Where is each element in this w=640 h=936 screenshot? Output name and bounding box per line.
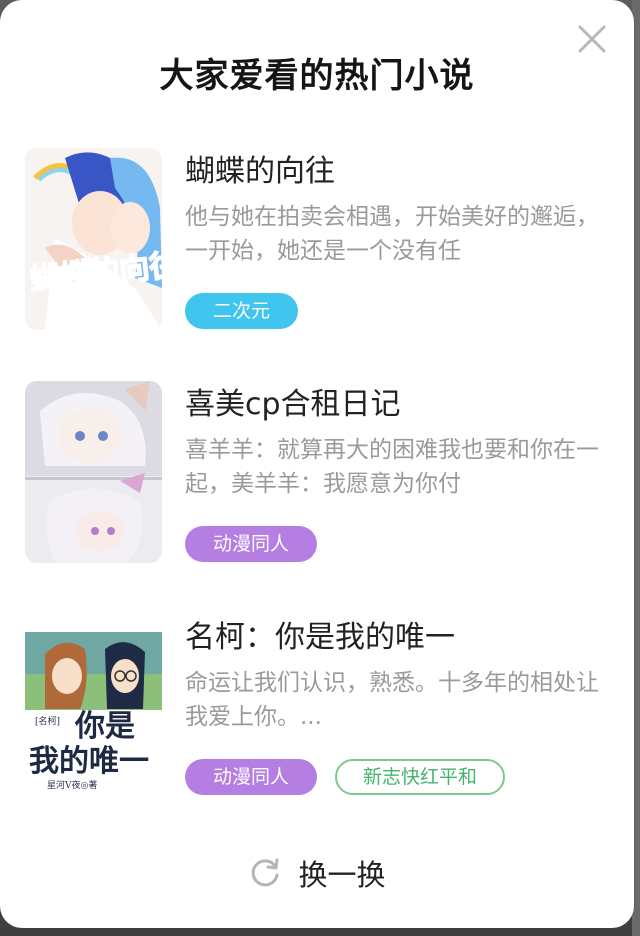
cover-small-text: [名柯] — [35, 715, 60, 727]
refresh-label: 换一换 — [298, 858, 386, 892]
dialog-title: 大家爱看的热门小说 — [159, 56, 475, 96]
book-title-2[interactable]: 喜美cp合租日记 — [185, 379, 615, 423]
cover-title-line-1: 你是 — [74, 709, 135, 744]
tag-button[interactable]: 新志快红平和 — [335, 759, 506, 795]
refresh-button[interactable]: 换一换 — [0, 852, 634, 894]
book-cover-3[interactable]: [名柯] 你是 我的唯一 星河V夜◎著 — [25, 614, 162, 796]
cover-illustration-1: 蝴蝶的向往 — [25, 148, 162, 330]
book-description-2: 喜羊羊：就算再大的困难我也要和你在一起，美羊羊：我愿意为你付 — [185, 437, 599, 497]
book-item-3[interactable]: [名柯] 你是 我的唯一 星河V夜◎著 名柯：你是我的唯一 命运让我们认识，熟悉… — [25, 614, 615, 814]
tag-button[interactable]: 动漫同人 — [185, 526, 318, 562]
cover-author-text: 星河V夜◎著 — [47, 779, 97, 791]
tag-button[interactable]: 二次元 — [185, 293, 299, 329]
book-tags-3: 动漫同人 新志快红平和 — [185, 759, 506, 795]
book-item-1[interactable]: 蝴蝶的向往 蝴蝶的向往 他与她在拍卖会相遇，开始美好的邂逅，一开始，她还是一个没… — [25, 148, 615, 348]
tag-button[interactable]: 动漫同人 — [185, 759, 318, 795]
book-title-3[interactable]: 名柯：你是我的唯一 — [185, 612, 615, 656]
cover-illustration-3: [名柯] 你是 我的唯一 星河V夜◎著 — [25, 614, 162, 796]
book-description-1: 他与她在拍卖会相遇，开始美好的邂逅，一开始，她还是一个没有任 — [185, 204, 599, 264]
refresh-icon — [252, 858, 279, 887]
cover-illustration-2 — [25, 381, 162, 563]
hot-novels-dialog: 大家爱看的热门小说 蝴蝶的向往 蝴蝶的向往 他与她在拍卖会相遇，开始美好的邂逅，… — [0, 0, 634, 928]
book-tags-2: 动漫同人 — [185, 526, 318, 562]
book-cover-1[interactable]: 蝴蝶的向往 — [25, 148, 162, 330]
cover-title-line-2: 我的唯一 — [29, 744, 149, 779]
book-cover-2[interactable] — [25, 381, 162, 563]
book-title-1[interactable]: 蝴蝶的向往 — [185, 146, 615, 190]
book-description-3: 命运让我们认识，熟悉。十多年的相处让我爱上你。... — [185, 670, 599, 730]
book-item-2[interactable]: 喜美cp合租日记 喜羊羊：就算再大的困难我也要和你在一起，美羊羊：我愿意为你付 … — [25, 381, 615, 581]
book-tags-1: 二次元 — [185, 293, 299, 329]
